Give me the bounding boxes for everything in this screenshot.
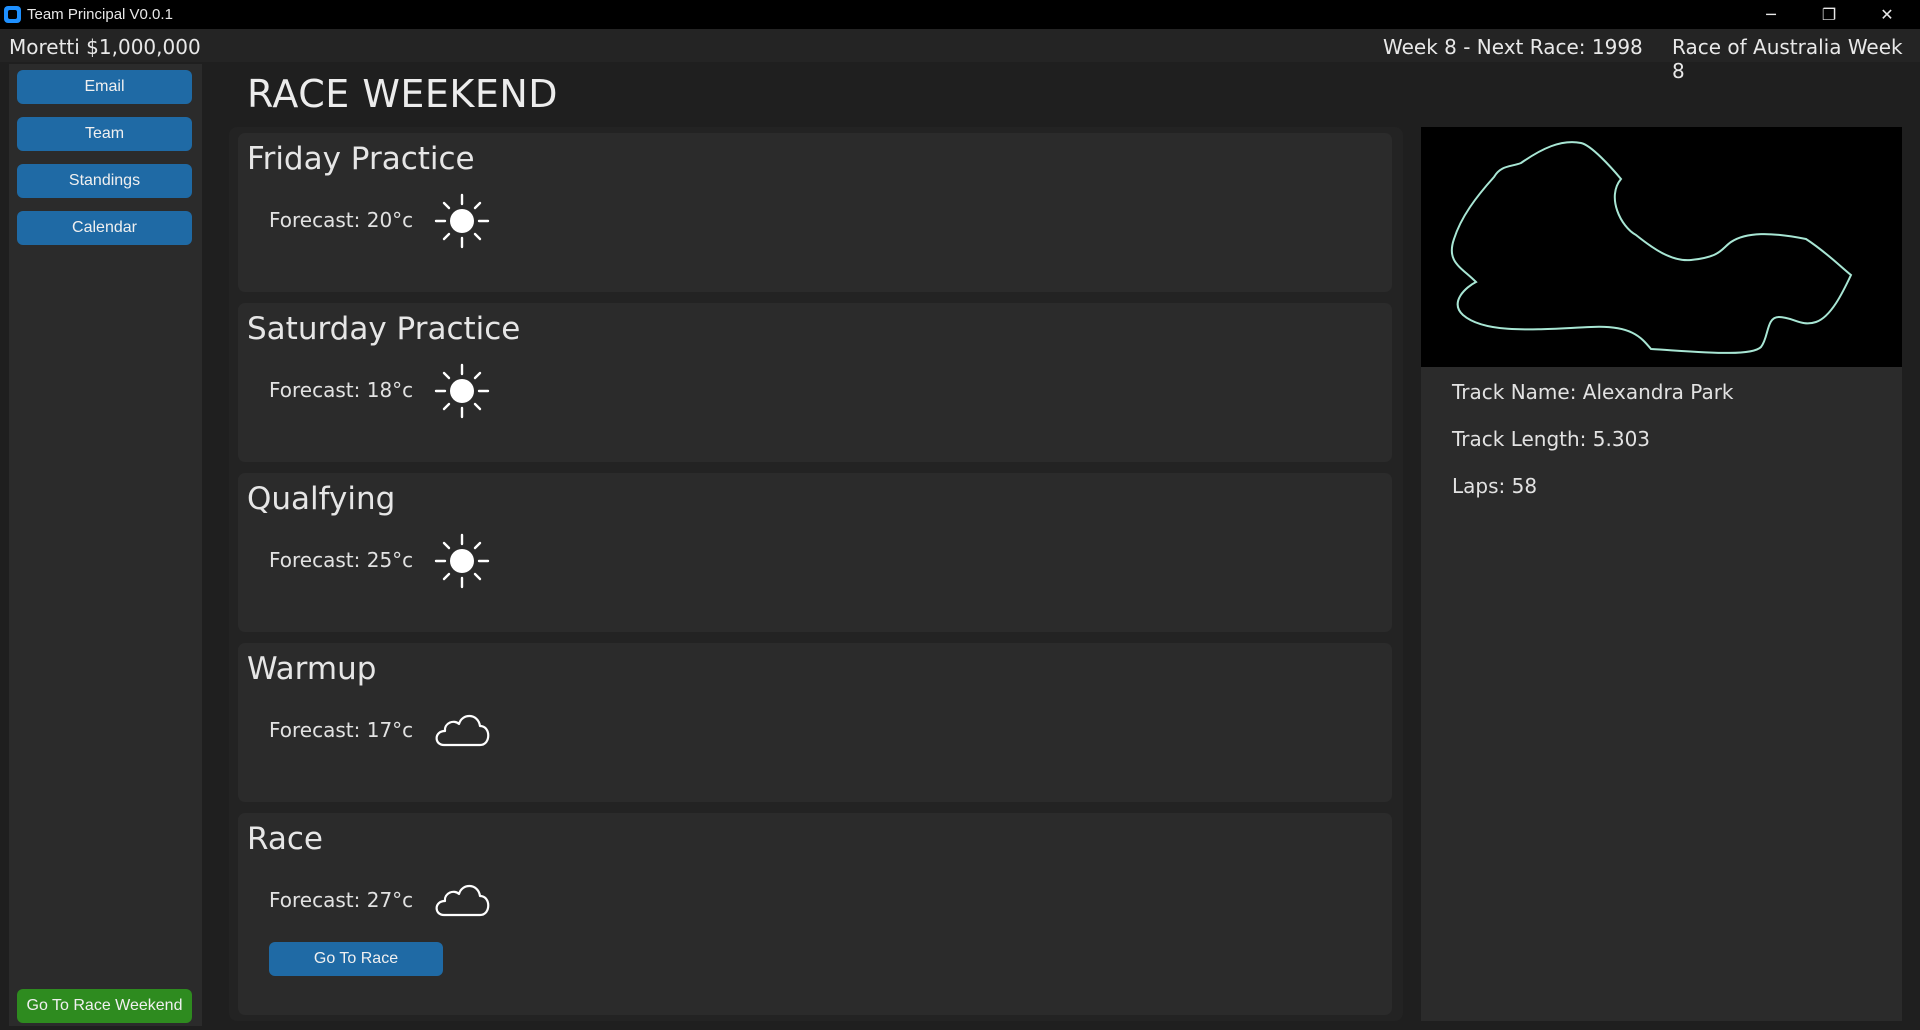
track-name: Track Name: Alexandra Park — [1452, 380, 1734, 404]
player-balance: Moretti $1,000,000 — [9, 35, 201, 59]
sidebar: Email Team Standings Calendar Go To Race… — [9, 64, 202, 1026]
go-to-race-button[interactable]: Go To Race — [269, 942, 443, 976]
session-card-race: Race Forecast: 27°c Go To Race — [238, 813, 1392, 1015]
calendar-button[interactable]: Calendar — [17, 211, 192, 245]
session-card-friday-practice: Friday Practice Forecast: 20°c — [238, 133, 1392, 292]
session-forecast: Forecast: 27°c — [269, 888, 414, 912]
go-to-race-weekend-button[interactable]: Go To Race Weekend — [17, 989, 192, 1023]
sessions-panel: Friday Practice Forecast: 20°c Saturday … — [229, 127, 1403, 1021]
email-button[interactable]: Email — [17, 70, 192, 104]
minimize-icon[interactable]: ─ — [1742, 0, 1800, 29]
track-laps: Laps: 58 — [1452, 474, 1538, 498]
sun-icon — [434, 533, 490, 589]
session-forecast: Forecast: 20°c — [269, 208, 414, 232]
track-panel: Track Name: Alexandra Park Track Length:… — [1421, 127, 1902, 1021]
session-title: Warmup — [247, 651, 377, 687]
standings-button[interactable]: Standings — [17, 164, 192, 198]
session-title: Saturday Practice — [247, 311, 521, 347]
session-card-warmup: Warmup Forecast: 17°c — [238, 643, 1392, 802]
team-button[interactable]: Team — [17, 117, 192, 151]
session-title: Race — [247, 821, 323, 857]
session-title: Qualfying — [247, 481, 396, 517]
info-bar: Moretti $1,000,000 Week 8 - Next Race: 1… — [0, 29, 1920, 83]
window-titlebar: Team Principal V0.0.1 ─ ❐ ✕ — [0, 0, 1920, 29]
sun-icon — [434, 363, 490, 419]
app-icon — [4, 6, 21, 23]
maximize-icon[interactable]: ❐ — [1800, 0, 1858, 29]
session-title: Friday Practice — [247, 141, 475, 177]
window-title: Team Principal V0.0.1 — [27, 6, 173, 23]
track-length: Track Length: 5.303 — [1452, 427, 1651, 451]
session-card-qualifying: Qualfying Forecast: 25°c — [238, 473, 1392, 632]
close-icon[interactable]: ✕ — [1858, 0, 1916, 29]
race-info: Race of Australia Week 8 — [1672, 35, 1903, 83]
week-info: Week 8 - Next Race: 1998 — [1383, 35, 1643, 59]
track-map — [1421, 127, 1902, 367]
session-card-saturday-practice: Saturday Practice Forecast: 18°c — [238, 303, 1392, 462]
page-title: RACE WEEKEND — [247, 72, 559, 116]
track-outline — [1450, 141, 1853, 354]
cloud-icon — [435, 884, 490, 917]
session-forecast: Forecast: 17°c — [269, 718, 414, 742]
sun-icon — [434, 193, 490, 249]
session-forecast: Forecast: 25°c — [269, 548, 414, 572]
session-forecast: Forecast: 18°c — [269, 378, 414, 402]
cloud-icon — [435, 714, 490, 747]
